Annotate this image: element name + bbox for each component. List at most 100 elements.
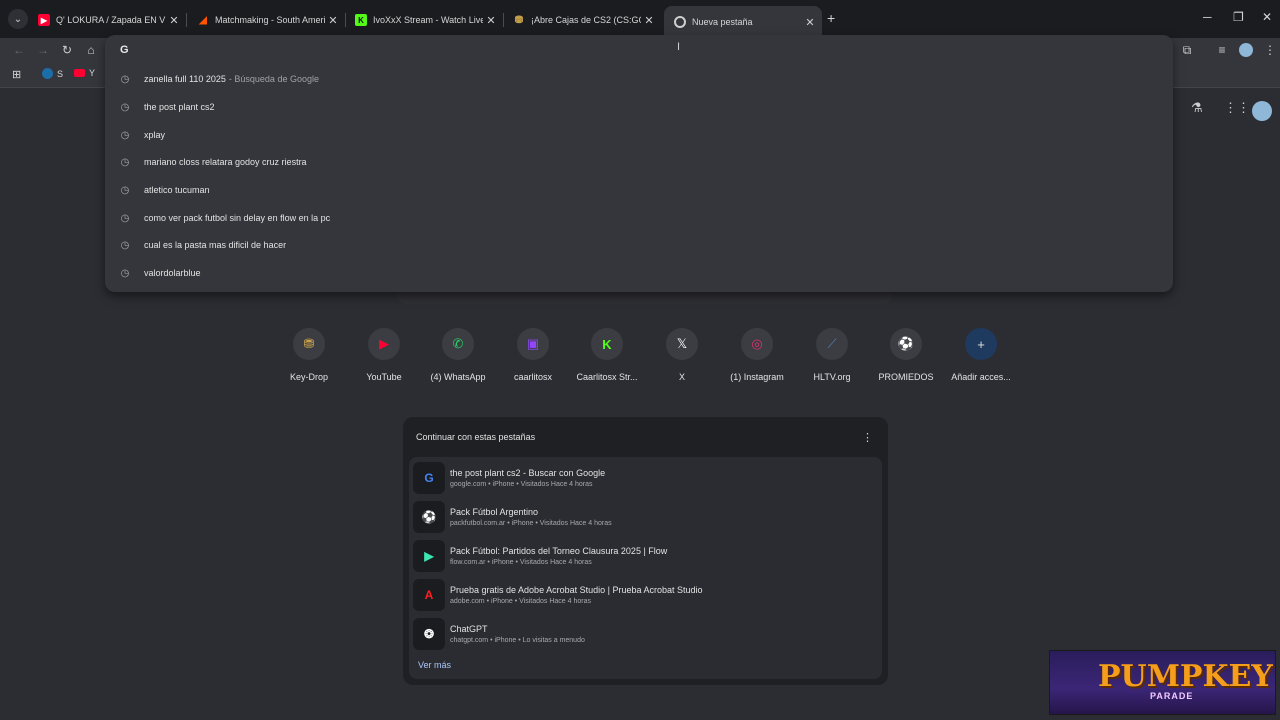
tab-lokura[interactable]: ▶ Q' LOKURA / Zapada EN VIVO c ✕ xyxy=(28,8,186,32)
continue-item[interactable]: G the post plant cs2 - Buscar con Google… xyxy=(413,460,879,496)
shortcut-label: YouTube xyxy=(366,372,402,382)
bookmark-youtube[interactable]: Y xyxy=(74,68,95,78)
tab-new-tab[interactable]: Nueva pestaña ✕ xyxy=(664,6,822,38)
continue-item[interactable]: ▶ Pack Fútbol: Partidos del Torneo Claus… xyxy=(413,538,879,574)
tab-title: Matchmaking - South America xyxy=(215,15,325,25)
tab-title: Q' LOKURA / Zapada EN VIVO c xyxy=(56,15,166,25)
close-icon[interactable]: ✕ xyxy=(166,14,182,27)
google-g-icon: G xyxy=(120,44,129,56)
reload-icon[interactable]: ↻ xyxy=(57,40,77,60)
shortcut-hltv[interactable]: ⟋ HLTV.org xyxy=(794,328,870,382)
window-close-icon[interactable]: ✕ xyxy=(1262,10,1272,24)
profile-avatar[interactable] xyxy=(1236,40,1256,60)
continue-item[interactable]: ⚽ Pack Fútbol Argentino packfutbol.com.a… xyxy=(413,499,879,535)
youtube-icon: ▶ xyxy=(368,328,400,360)
close-icon[interactable]: ✕ xyxy=(641,14,657,27)
tab-search-button[interactable]: ⌄ xyxy=(8,9,28,29)
shortcut-label: Key-Drop xyxy=(289,372,328,382)
item-meta: packfutbol.com.ar • iPhone • Visitados H… xyxy=(450,520,612,527)
close-icon[interactable]: ✕ xyxy=(802,16,818,29)
flow-icon: ▶ xyxy=(413,540,445,572)
shortcut-instagram[interactable]: ◎ (1) Instagram xyxy=(719,328,795,382)
text-cursor-icon: I xyxy=(677,41,681,53)
suggestion-text: valordolarblue xyxy=(144,268,201,278)
close-icon[interactable]: ✕ xyxy=(483,14,499,27)
steam-icon xyxy=(42,68,53,79)
history-icon: ◷ xyxy=(120,73,130,85)
history-icon: ◷ xyxy=(120,184,130,196)
continue-item[interactable]: A Prueba gratis de Adobe Acrobat Studio … xyxy=(413,577,879,613)
shortcut-add[interactable]: + Añadir acces... xyxy=(943,328,1019,382)
suggestion-item[interactable]: ◷ the post plant cs2 xyxy=(118,100,215,114)
item-title: Pack Fútbol: Partidos del Torneo Clausur… xyxy=(450,546,668,556)
extensions-icon[interactable]: ⧉ xyxy=(1177,40,1197,60)
kick-icon: K xyxy=(355,14,367,26)
chatgpt-icon: ❂ xyxy=(413,618,445,650)
forward-icon[interactable]: → xyxy=(33,40,53,60)
close-icon[interactable]: ✕ xyxy=(325,14,341,27)
promiedos-icon: ⚽ xyxy=(890,328,922,360)
overlay-brand: PUMPKEY xyxy=(1098,659,1273,694)
x-icon: 𝕏 xyxy=(666,328,698,360)
suggestion-item[interactable]: ◷ cual es la pasta mas dificil de hacer xyxy=(118,238,286,252)
menu-icon[interactable]: ⋮ xyxy=(1260,40,1280,60)
tab-matchmaking[interactable]: ◢ Matchmaking - South America ✕ xyxy=(187,8,345,32)
history-icon: ◷ xyxy=(120,156,130,168)
media-controls-icon[interactable]: ≡ xyxy=(1212,40,1232,60)
bookmark-label: S xyxy=(57,68,64,79)
item-title: Prueba gratis de Adobe Acrobat Studio | … xyxy=(450,585,703,595)
suggestion-item[interactable]: ◷ zanella full 110 2025 - Búsqueda de Go… xyxy=(118,72,319,86)
history-icon: ◷ xyxy=(120,239,130,251)
new-tab-button[interactable]: + xyxy=(827,10,835,26)
stream-overlay-banner: PUMPKEY PARADE xyxy=(1049,650,1276,715)
bookmark-steam[interactable]: S xyxy=(42,68,63,79)
see-more-link[interactable]: Ver más xyxy=(418,660,451,670)
item-meta: google.com • iPhone • Visitados Hace 4 h… xyxy=(450,481,593,488)
tab-ivoxxx[interactable]: K IvoXxX Stream - Watch Live on ✕ xyxy=(345,8,503,32)
minimize-icon[interactable]: ─ xyxy=(1203,10,1212,24)
shortcut-promiedos[interactable]: ⚽ PROMIEDOS xyxy=(868,328,944,382)
continue-item[interactable]: ❂ ChatGPT chatgpt.com • iPhone • Lo visi… xyxy=(413,616,879,652)
tab-title: Nueva pestaña xyxy=(692,17,753,27)
back-icon[interactable]: ← xyxy=(9,40,29,60)
more-options-icon[interactable]: ⋮ xyxy=(862,431,873,444)
bookmark-label: Y xyxy=(89,68,96,78)
suggestion-item[interactable]: ◷ xplay xyxy=(118,128,165,142)
shortcut-label: Añadir acces... xyxy=(951,372,1011,382)
history-icon: ◷ xyxy=(120,212,130,224)
labs-flask-icon[interactable]: ⚗ xyxy=(1191,100,1203,116)
restore-icon[interactable]: ❐ xyxy=(1233,10,1244,24)
tab-keydrop[interactable]: ⛃ ¡Abre Cajas de CS2 (CS:GO), Ga ✕ xyxy=(503,8,661,32)
suggestion-item[interactable]: ◷ atletico tucuman xyxy=(118,183,210,197)
suggestion-text: mariano closs relatara godoy cruz riestr… xyxy=(144,157,307,167)
shortcut-whatsapp[interactable]: ✆ (4) WhatsApp xyxy=(420,328,496,382)
home-icon[interactable]: ⌂ xyxy=(81,40,101,60)
history-icon: ◷ xyxy=(120,267,130,279)
apps-icon[interactable]: ⊞ xyxy=(12,68,21,81)
chrome-icon xyxy=(674,16,686,28)
shortcut-key-drop[interactable]: ⛃ Key-Drop xyxy=(271,328,347,382)
account-avatar[interactable] xyxy=(1252,101,1272,121)
shortcut-label: PROMIEDOS xyxy=(878,372,934,382)
shortcut-kick[interactable]: K Caarlitosx Str... xyxy=(569,328,645,382)
item-title: the post plant cs2 - Buscar con Google xyxy=(450,468,606,478)
continue-card-title: Continuar con estas pestañas xyxy=(416,432,536,442)
google-icon: G xyxy=(413,462,445,494)
google-apps-icon[interactable]: ⋮⋮ xyxy=(1224,100,1250,116)
shortcut-x[interactable]: 𝕏 X xyxy=(644,328,720,382)
shortcut-twitch[interactable]: ▣ caarlitosx xyxy=(495,328,571,382)
tab-title: ¡Abre Cajas de CS2 (CS:GO), Ga xyxy=(531,15,641,25)
shortcut-label: HLTV.org xyxy=(813,372,851,382)
suggestion-text: zanella full 110 2025 xyxy=(144,74,226,84)
history-icon: ◷ xyxy=(120,101,130,113)
shortcut-youtube[interactable]: ▶ YouTube xyxy=(346,328,422,382)
suggestion-item[interactable]: ◷ valordolarblue xyxy=(118,266,201,280)
suggestion-text: atletico tucuman xyxy=(144,185,210,195)
suggestion-item[interactable]: ◷ mariano closs relatara godoy cruz ries… xyxy=(118,155,307,169)
item-title: Pack Fútbol Argentino xyxy=(450,507,539,517)
omnibox-input[interactable]: G xyxy=(120,42,129,58)
suggestion-item[interactable]: ◷ como ver pack futbol sin delay en flow… xyxy=(118,211,330,225)
suggestion-text: como ver pack futbol sin delay en flow e… xyxy=(144,213,331,223)
suggestion-text: xplay xyxy=(144,130,166,140)
faceit-icon: ◢ xyxy=(199,14,207,26)
